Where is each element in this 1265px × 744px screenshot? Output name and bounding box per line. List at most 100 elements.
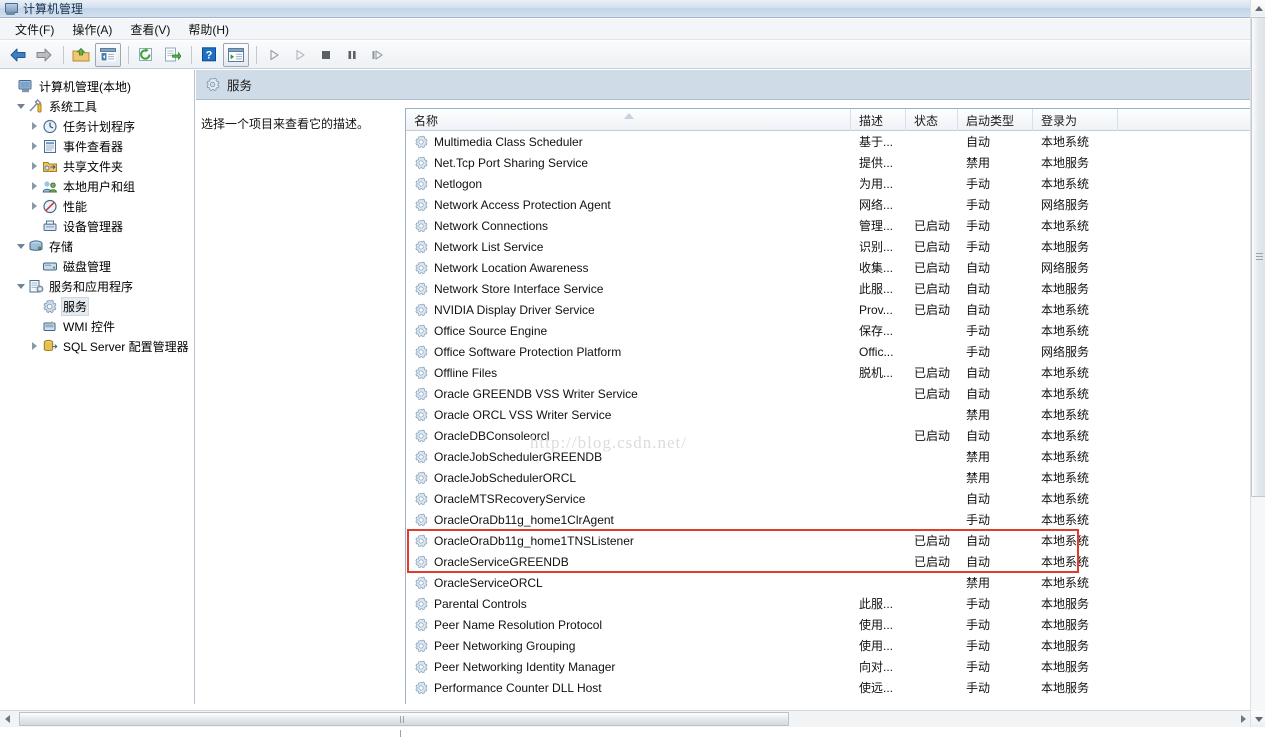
services-rows[interactable]: Multimedia Class Scheduler 基于... 自动 本地系统 Net… <box>406 131 1250 704</box>
table-row[interactable]: Peer Name Resolution Protocol 使用... 手动 本地服务 <box>406 614 1250 635</box>
column-header-description[interactable]: 描述 <box>851 109 906 131</box>
properties-icon[interactable] <box>223 42 249 67</box>
scroll-left-button[interactable] <box>0 711 14 727</box>
tree-node-wmi-control[interactable]: WMI 控件 <box>0 316 194 336</box>
tree-node-services[interactable]: 服务 <box>0 296 194 316</box>
tree-node-services-applications[interactable]: 服务和应用程序 <box>0 276 194 296</box>
table-row[interactable]: Multimedia Class Scheduler 基于... 自动 本地系统 <box>406 131 1250 152</box>
tree-label: 服务和应用程序 <box>49 279 134 294</box>
services-list[interactable]: 名称 描述 状态 启动类型 登录为 Multimedia Class Sched… <box>405 108 1250 704</box>
table-row[interactable]: Performance Counter DLL Host 使远... 手动 本地服务 <box>406 677 1250 698</box>
table-row[interactable]: Network Connections 管理... 已启动 手动 本地系统 <box>406 215 1250 236</box>
table-row[interactable]: Oracle GREENDB VSS Writer Service 已启动 自动 本地… <box>406 383 1250 404</box>
help-icon[interactable]: ? <box>197 44 221 66</box>
performance-icon <box>41 198 58 214</box>
table-row[interactable]: Offline Files 脱机... 已启动 自动 本地系统 <box>406 362 1250 383</box>
service-log-on-as-cell: 本地系统 <box>1041 450 1090 464</box>
service-description-cell: 网络... <box>859 198 894 212</box>
window-horizontal-scrollbar[interactable] <box>0 710 1250 737</box>
column-header-startup-type[interactable]: 启动类型 <box>958 109 1033 131</box>
tree-node-sql-server-configuration-manager[interactable]: SQL Server 配置管理器 <box>0 336 194 356</box>
table-row[interactable]: OracleOraDb11g_home1ClrAgent 手动 本地系统 <box>406 509 1250 530</box>
expander-right-icon[interactable] <box>28 196 41 216</box>
tree-node-performance[interactable]: 性能 <box>0 196 194 216</box>
svg-text:?: ? <box>206 49 213 61</box>
table-row[interactable]: Oracle ORCL VSS Writer Service 禁用 本地系统 <box>406 404 1250 425</box>
table-row[interactable]: Office Software Protection Platform Offic… <box>406 341 1250 362</box>
scroll-up-button[interactable] <box>1251 0 1265 16</box>
table-row[interactable]: OracleJobSchedulerORCL 禁用 本地系统 <box>406 467 1250 488</box>
expander-right-icon[interactable] <box>28 136 41 156</box>
table-row[interactable]: Net.Tcp Port Sharing Service 提供... 禁用 本地服务 <box>406 152 1250 173</box>
tree-node-disk-management[interactable]: 磁盘管理 <box>0 256 194 276</box>
table-row[interactable]: OracleServiceORCL 禁用 本地系统 <box>406 572 1250 593</box>
refresh-icon[interactable] <box>134 44 158 66</box>
back-icon[interactable] <box>6 44 30 66</box>
expander-right-icon[interactable] <box>28 156 41 176</box>
tree-label: SQL Server 配置管理器 <box>63 339 189 354</box>
tree-label: 性能 <box>63 199 88 214</box>
tree-node-shared-folders[interactable]: 共享文件夹 <box>0 156 194 176</box>
service-log-on-as-cell: 本地系统 <box>1041 366 1090 380</box>
column-header-log-on-as[interactable]: 登录为 <box>1033 109 1118 131</box>
service-status-cell: 已启动 <box>914 387 951 401</box>
expander-down-icon[interactable] <box>14 96 27 116</box>
column-header-name[interactable]: 名称 <box>406 109 851 131</box>
pane-splitter[interactable] <box>196 684 1250 687</box>
horizontal-scroll-thumb[interactable] <box>19 712 789 737</box>
expander-right-icon[interactable] <box>28 336 41 356</box>
wmi-control-icon <box>41 318 58 334</box>
tree-label: 系统工具 <box>49 99 98 114</box>
show-hide-tree-icon[interactable] <box>95 42 121 67</box>
menu-file[interactable]: 文件(F) <box>6 19 63 40</box>
scroll-down-button[interactable] <box>1251 711 1265 727</box>
table-row[interactable]: Network Store Interface Service 此服... 已启动 自… <box>406 278 1250 299</box>
table-row[interactable]: Network List Service 识别... 已启动 手动 本地服务 <box>406 236 1250 257</box>
table-row[interactable]: OracleJobSchedulerGREENDB 禁用 本地系统 <box>406 446 1250 467</box>
table-row[interactable]: Network Location Awareness 收集... 已启动 自动 网络服务 <box>406 257 1250 278</box>
table-row[interactable]: Parental Controls 此服... 手动 本地服务 <box>406 593 1250 614</box>
table-row[interactable]: OracleServiceGREENDB 已启动 自动 本地系统 <box>406 551 1250 572</box>
vertical-scroll-thumb[interactable] <box>1251 17 1265 497</box>
tree-node-event-viewer[interactable]: 事件查看器 <box>0 136 194 156</box>
menu-view[interactable]: 查看(V) <box>121 19 179 40</box>
table-row[interactable]: NVIDIA Display Driver Service Prov... 已启动 自… <box>406 299 1250 320</box>
service-startup-type-cell: 手动 <box>966 639 991 653</box>
tree-node-local-users-groups[interactable]: 本地用户和组 <box>0 176 194 196</box>
tree-node-task-scheduler[interactable]: 任务计划程序 <box>0 116 194 136</box>
service-startup-type-cell: 手动 <box>966 597 991 611</box>
service-status-cell: 已启动 <box>914 303 951 317</box>
table-row[interactable]: OracleDBConsoleorcl 已启动 自动 本地系统 <box>406 425 1250 446</box>
export-list-icon[interactable] <box>160 44 184 66</box>
service-log-on-as-cell: 本地服务 <box>1041 639 1090 653</box>
table-row[interactable]: Peer Networking Identity Manager 向对... 手动 本… <box>406 656 1250 677</box>
service-name-label: OracleJobSchedulerORCL <box>434 470 577 485</box>
expander-down-icon[interactable] <box>14 236 27 256</box>
tree-node-device-manager[interactable]: 设备管理器 <box>0 216 194 236</box>
expander-right-icon[interactable] <box>28 176 41 196</box>
service-name-cell: NVIDIA Display Driver Service <box>406 303 851 317</box>
console-tree[interactable]: 计算机管理(本地) 系统工具 任务计划程序 事件查看器 共享文件夹 本地用户和组… <box>0 70 195 704</box>
table-row[interactable]: Netlogon 为用... 手动 本地系统 <box>406 173 1250 194</box>
window-vertical-scrollbar[interactable] <box>1250 0 1265 727</box>
service-gear-icon <box>414 660 428 674</box>
tree-node-system-tools[interactable]: 系统工具 <box>0 96 194 116</box>
table-row[interactable]: OracleOraDb11g_home1TNSListener 已启动 自动 本地系统 <box>406 530 1250 551</box>
service-gear-icon <box>414 555 428 569</box>
expander-right-icon[interactable] <box>28 116 41 136</box>
scroll-right-button[interactable] <box>1236 711 1250 727</box>
table-row[interactable]: Peer Networking Grouping 使用... 手动 本地服务 <box>406 635 1250 656</box>
table-row[interactable]: OracleMTSRecoveryService 自动 本地系统 <box>406 488 1250 509</box>
table-row[interactable]: Network Access Protection Agent 网络... 手动 网络… <box>406 194 1250 215</box>
forward-icon[interactable] <box>32 44 56 66</box>
tree-node-computer-management[interactable]: 计算机管理(本地) <box>0 76 194 96</box>
tree-node-storage[interactable]: 存储 <box>0 236 194 256</box>
service-name-cell: Network Access Protection Agent <box>406 198 851 212</box>
service-startup-type-cell: 手动 <box>966 513 991 527</box>
expander-down-icon[interactable] <box>14 276 27 296</box>
column-header-status[interactable]: 状态 <box>906 109 958 131</box>
menu-action[interactable]: 操作(A) <box>63 19 121 40</box>
up-folder-icon[interactable] <box>69 44 93 66</box>
table-row[interactable]: Office Source Engine 保存... 手动 本地系统 <box>406 320 1250 341</box>
menu-help[interactable]: 帮助(H) <box>179 19 238 40</box>
